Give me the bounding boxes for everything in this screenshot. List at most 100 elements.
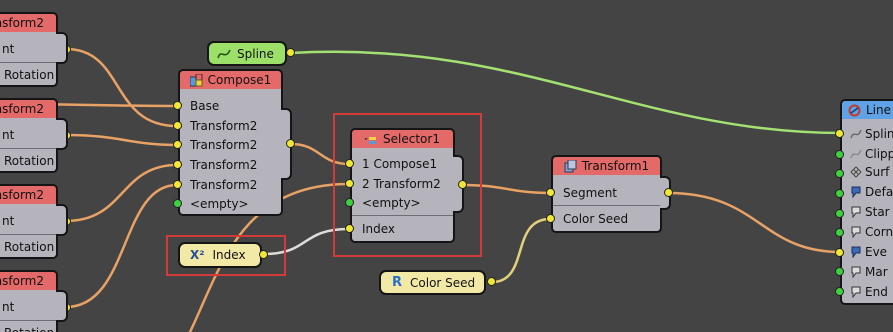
compose-input-port[interactable] [173,101,182,110]
node-output-tab [56,204,68,236]
line-icon [848,104,861,116]
output-label: Rotation [4,240,55,254]
wire-t2a-to-compose-transform [64,47,179,128]
compose-input-base: Base [190,99,220,113]
transform1-output-port[interactable] [664,188,673,197]
selector-input-port[interactable] [345,179,354,188]
line-input-port[interactable] [835,169,844,178]
transform2-node[interactable]: ransform2 nt Rotation [0,184,71,259]
selector-input-index: Index [362,222,396,236]
spline-curve-icon [217,49,231,58]
selector-index-port[interactable] [345,224,354,233]
line-input-port[interactable] [835,228,844,237]
x-squared-icon: X² [190,248,205,262]
color-seed-node[interactable]: R Color Seed [379,270,486,295]
node-graph-canvas[interactable]: ransform2 nt Rotation ransform2 nt Rotat… [0,0,893,332]
index-output-port[interactable] [259,250,268,259]
wire-transform1-to-line [666,191,843,254]
transform2-node[interactable]: ransform2 nt Rotation [0,12,71,87]
spline-output-port[interactable] [286,48,295,57]
line-input-label: End [865,285,888,299]
wire-t2d-to-compose-transform [64,183,179,309]
transform-icon [564,159,577,172]
node-output-tab [56,290,68,322]
spline-node[interactable]: Spline [207,41,287,66]
selector-icon [365,132,377,144]
compose-input-port[interactable] [173,160,182,169]
end-style-icon [851,286,861,299]
node-title: ransform2 [0,184,58,206]
line-input-port[interactable] [835,248,844,257]
line-input-port[interactable] [835,267,844,276]
transform2-node[interactable]: ransform2 nt Rotation [0,98,71,173]
wire-colorseed-to-transform1 [490,217,552,284]
surface-icon [850,166,862,178]
line-input-port[interactable] [835,287,844,296]
compose-input-transform: Transform2 [190,119,258,133]
line-input-port[interactable] [835,209,844,218]
selector-input-compose: 1 Compose1 [362,157,438,171]
line-input-port[interactable] [835,150,844,159]
compose-input-transform: Transform2 [190,178,258,192]
compose-input-empty: <empty> [190,197,249,211]
output-label: nt [2,300,15,314]
transform2-node[interactable]: ransform2 nt Rotation [0,270,71,332]
transform1-input-port[interactable] [546,214,555,223]
compose-title: Compose1 [207,73,272,87]
marker-style-icon [851,266,861,279]
selector-input-transform: 2 Transform2 [362,177,441,191]
output-label: Rotation [4,68,55,82]
transform1-input-segment: Segment [563,186,617,200]
line-node[interactable]: Line Splin Clipp Surf Defa Star Corn Eve… [840,99,893,305]
index-node[interactable]: X² Index [178,242,262,268]
transform1-title: Transform1 [581,159,650,173]
selector-node[interactable]: Selector1 1 Compose1 2 Transform2 <empty… [350,128,455,243]
output-label: Rotation [4,324,54,332]
random-r-icon: R [392,275,403,290]
line-input-port[interactable] [835,189,844,198]
line-input-label: Defa [865,185,893,199]
node-title: ransform2 [0,98,58,120]
line-input-label: Splin [865,127,893,141]
line-input-label: Mar [865,265,888,279]
clipping-icon [850,149,862,159]
selector-input-port[interactable] [345,159,354,168]
line-input-label: Clipp [865,147,893,161]
line-input-label: Corn [865,225,893,239]
transform1-input-port[interactable] [546,188,555,197]
every-style-icon [851,246,861,259]
color-seed-label: Color Seed [410,275,476,290]
transform1-node[interactable]: Transform1 Segment Color Seed [551,155,662,233]
compose-input-transform: Transform2 [190,158,258,172]
selector-input-port-empty[interactable] [345,198,354,207]
line-input-port[interactable] [835,129,844,138]
compose-input-port-empty[interactable] [173,199,182,208]
compose-output-port[interactable] [286,139,295,148]
output-label: nt [2,128,15,142]
corner-style-icon [851,226,861,239]
output-label: nt [2,42,15,56]
output-label: Rotation [4,154,55,168]
start-style-icon [851,206,861,219]
index-label: Index [212,248,246,262]
selector-output-port[interactable] [458,180,467,189]
compose-input-port[interactable] [173,180,182,189]
compose-input-port[interactable] [173,121,182,130]
wire-t2b-to-compose-transform [64,133,179,147]
line-input-label: Star [865,205,890,219]
line-input-label: Surf [865,165,890,179]
compose-icon [189,73,203,86]
compose-input-transform: Transform2 [190,138,258,152]
node-output-tab [56,118,68,150]
transform1-input-color-seed: Color Seed [563,212,629,226]
line-input-label: Eve [865,245,888,259]
selector-input-empty: <empty> [362,196,421,210]
default-style-icon [851,186,861,199]
node-title: ransform2 [0,12,58,34]
color-seed-output-port[interactable] [487,277,496,286]
compose-node[interactable]: Compose1 Base Transform2 Transform2 Tran… [178,69,283,216]
node-title: ransform2 [0,270,58,292]
spline-curve-icon [850,129,862,139]
compose-input-port[interactable] [173,140,182,149]
wire-t2c-to-compose-transform [64,163,179,223]
